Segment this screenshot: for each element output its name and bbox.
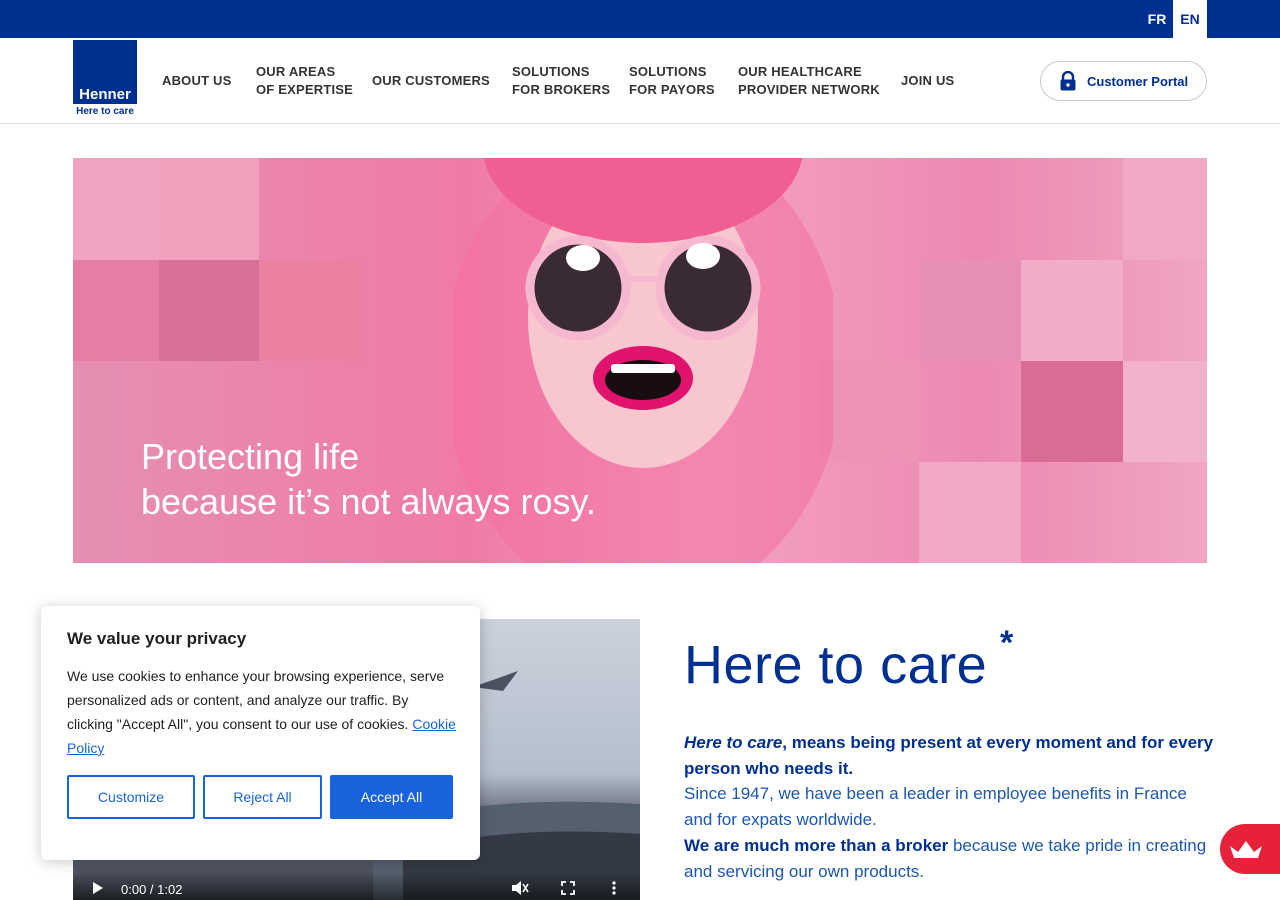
floating-widget-button[interactable] bbox=[1220, 824, 1280, 874]
care-heading: Here to care bbox=[684, 635, 988, 695]
care-p3-bold: We are much more than a broker bbox=[684, 835, 949, 855]
nav-label: SOLUTIONS bbox=[512, 64, 590, 79]
care-p1-italic: Here to care bbox=[684, 733, 783, 752]
nav-label: OUR CUSTOMERS bbox=[372, 73, 490, 88]
logo-tagline: Here to care bbox=[76, 106, 134, 117]
hero-tile bbox=[1123, 158, 1207, 260]
video-controls: 0:00 / 1:02 bbox=[73, 872, 640, 900]
nav-solutions-payors[interactable]: SOLUTIONS FOR PAYORS bbox=[629, 63, 715, 99]
nav-label: OUR HEALTHCARE bbox=[738, 64, 862, 79]
more-options-icon[interactable] bbox=[611, 880, 617, 896]
nav-label: PROVIDER NETWORK bbox=[738, 82, 880, 97]
play-icon[interactable] bbox=[91, 880, 105, 896]
hero-line-1: Protecting life bbox=[141, 436, 360, 477]
care-paragraph-2: Since 1947, we have been a leader in emp… bbox=[684, 784, 1187, 830]
customer-portal-label: Customer Portal bbox=[1087, 73, 1189, 89]
care-asterisk: * bbox=[1000, 624, 1014, 662]
care-description: Here to care, means being present at eve… bbox=[684, 730, 1214, 884]
mute-icon[interactable] bbox=[511, 880, 529, 896]
nav-label: FOR PAYORS bbox=[629, 82, 715, 97]
accept-all-button[interactable]: Accept All bbox=[330, 775, 453, 819]
crown-icon bbox=[1230, 841, 1262, 858]
nav-label: ABOUT US bbox=[162, 73, 232, 88]
nav-label: OUR AREAS bbox=[256, 64, 336, 79]
hero-tile bbox=[1123, 361, 1207, 462]
hero-tile bbox=[73, 158, 159, 260]
cookie-consent-dialog: We value your privacy We use cookies to … bbox=[41, 606, 480, 860]
care-paragraph-3: We are much more than a broker because w… bbox=[684, 833, 1214, 884]
care-paragraph-1: Here to care, means being present at eve… bbox=[684, 730, 1214, 781]
hero-tile bbox=[73, 260, 159, 361]
hero-line-2: because it’s not always rosy. bbox=[141, 481, 596, 522]
cookie-body: We use cookies to enhance your browsing … bbox=[67, 664, 457, 760]
nav-label: OF EXPERTISE bbox=[256, 82, 354, 97]
customize-button[interactable]: Customize bbox=[67, 775, 195, 819]
lang-en[interactable]: EN bbox=[1173, 0, 1207, 38]
lang-fr[interactable]: FR bbox=[1140, 0, 1174, 38]
nav-areas-of-expertise[interactable]: OUR AREAS OF EXPERTISE bbox=[256, 63, 353, 99]
customer-portal-button[interactable]: Customer Portal bbox=[1040, 61, 1207, 101]
nav-provider-network[interactable]: OUR HEALTHCARE PROVIDER NETWORK bbox=[738, 63, 880, 99]
video-time: 0:00 / 1:02 bbox=[121, 882, 183, 897]
nav-label: FOR BROKERS bbox=[512, 82, 611, 97]
nav-label: JOIN US bbox=[901, 73, 955, 88]
nav-solutions-brokers[interactable]: SOLUTIONS FOR BROKERS bbox=[512, 63, 610, 99]
hero-tile bbox=[1021, 260, 1123, 361]
hero-tile bbox=[159, 158, 259, 260]
henner-logo[interactable]: Henner Here to care bbox=[73, 40, 137, 118]
nav-our-customers[interactable]: OUR CUSTOMERS bbox=[372, 72, 490, 90]
nav-label: SOLUTIONS bbox=[629, 64, 707, 79]
hero-banner: Protecting life because it’s not always … bbox=[73, 158, 1207, 563]
nav-about-us[interactable]: ABOUT US bbox=[162, 72, 232, 90]
hero-tile bbox=[159, 260, 259, 361]
top-bar: FR EN bbox=[0, 0, 1280, 38]
hero-heading: Protecting life because it’s not always … bbox=[141, 434, 596, 524]
site-header: Henner Here to care ABOUT US OUR AREAS O… bbox=[0, 38, 1280, 124]
hero-tile bbox=[1021, 361, 1123, 462]
nav-join-us[interactable]: JOIN US bbox=[901, 72, 954, 90]
cookie-title: We value your privacy bbox=[67, 629, 247, 648]
logo-name: Henner bbox=[79, 86, 131, 103]
fullscreen-icon[interactable] bbox=[561, 881, 575, 895]
hero-tile bbox=[259, 260, 361, 361]
hero-tile bbox=[919, 462, 1021, 563]
cookie-text: We use cookies to enhance your browsing … bbox=[67, 668, 445, 732]
reject-all-button[interactable]: Reject All bbox=[203, 775, 322, 819]
hero-tile bbox=[819, 361, 919, 462]
lock-icon bbox=[1060, 71, 1076, 91]
hero-tile bbox=[919, 260, 1021, 361]
